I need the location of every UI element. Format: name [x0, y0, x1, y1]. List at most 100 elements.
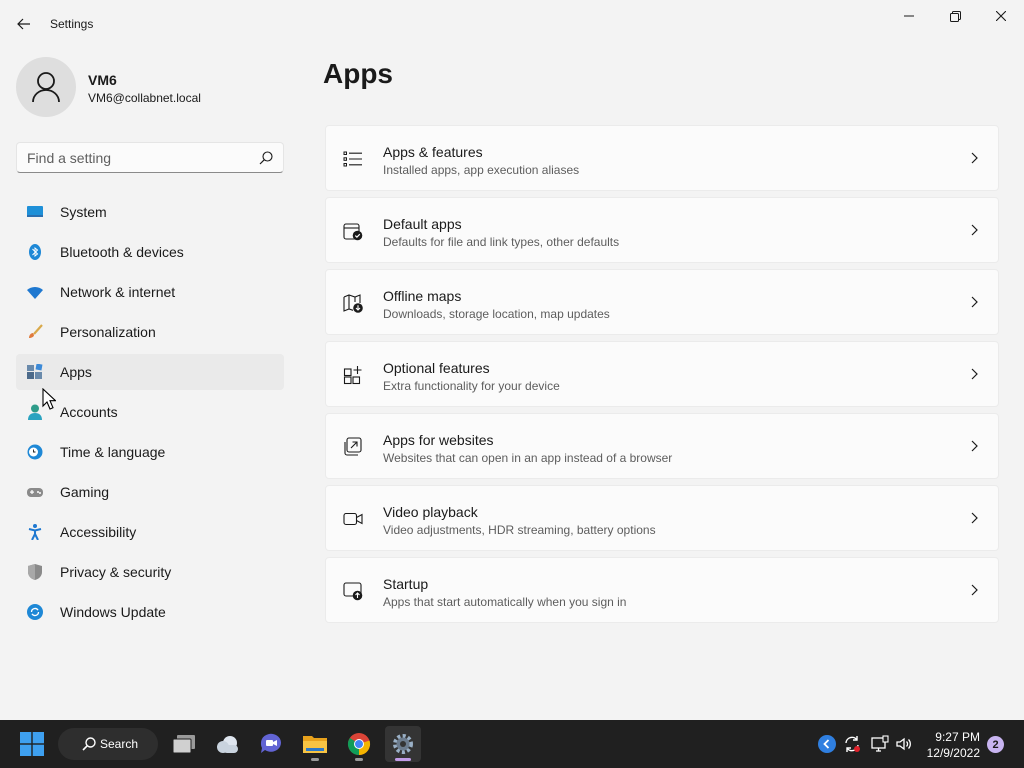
card-title: Optional features	[383, 360, 490, 376]
clock-time[interactable]: 9:27 PM	[935, 730, 980, 744]
sidebar-item-label: Gaming	[60, 484, 110, 500]
running-indicator	[395, 758, 411, 761]
brush-icon	[27, 324, 43, 340]
sidebar-item-label: Accounts	[60, 404, 118, 420]
sidebar-item-gaming[interactable]: Gaming	[16, 474, 284, 510]
card-description: Downloads, storage location, map updates	[383, 307, 610, 321]
startup-icon	[343, 582, 363, 601]
chrome-icon	[347, 733, 371, 756]
tray-sync[interactable]	[842, 734, 862, 754]
clock-globe-icon	[27, 444, 43, 460]
card-title: Startup	[383, 576, 429, 592]
sidebar-item-label: Network & internet	[60, 284, 176, 300]
back-arrow-icon	[818, 735, 836, 753]
chat-icon	[260, 733, 281, 753]
chevron-right-icon	[971, 224, 978, 236]
search-icon[interactable]	[259, 151, 273, 165]
sidebar-item-windows-update[interactable]: Windows Update	[16, 594, 284, 630]
sidebar-item-label: Accessibility	[60, 524, 137, 540]
tray-app[interactable]	[817, 734, 837, 754]
card-title: Offline maps	[383, 288, 462, 304]
windows-start-icon[interactable]	[20, 732, 44, 756]
user-email: VM6@collabnet.local	[88, 91, 201, 105]
sidebar-item-system[interactable]: System	[16, 194, 284, 230]
sidebar-item-accounts[interactable]: Accounts	[16, 394, 284, 430]
card-offline-maps[interactable]: Offline maps Downloads, storage location…	[325, 269, 999, 335]
chevron-right-icon	[971, 440, 978, 452]
sidebar-item-accessibility[interactable]: Accessibility	[16, 514, 284, 550]
taskbar-search-button[interactable]: Search	[58, 728, 158, 760]
file-explorer-icon	[303, 736, 327, 753]
settings-icon	[393, 734, 413, 754]
taskbar: Search 9:27 PM 12/9/2022 2	[0, 720, 1024, 768]
card-apps-for-websites[interactable]: Apps for websites Websites that can open…	[325, 413, 999, 479]
wifi-icon	[27, 284, 43, 300]
restore-icon	[949, 10, 961, 22]
search-icon	[82, 737, 96, 751]
task-view-icon	[172, 735, 195, 754]
clock-date[interactable]: 12/9/2022	[927, 746, 980, 760]
tray-network[interactable]	[870, 734, 890, 754]
taskbar-file-explorer[interactable]	[297, 726, 333, 762]
notification-badge[interactable]: 2	[987, 736, 1004, 753]
sidebar-item-apps[interactable]: Apps	[16, 354, 284, 390]
open-external-icon	[344, 437, 362, 456]
card-description: Apps that start automatically when you s…	[383, 595, 627, 609]
sidebar-item-bluetooth[interactable]: Bluetooth & devices	[16, 234, 284, 270]
card-title: Default apps	[383, 216, 462, 232]
card-apps-features[interactable]: Apps & features Installed apps, app exec…	[325, 125, 999, 191]
taskbar-task-view[interactable]	[166, 726, 202, 762]
search-box[interactable]	[16, 142, 284, 173]
sidebar-item-label: Bluetooth & devices	[60, 244, 184, 260]
minimize-button[interactable]	[886, 0, 932, 32]
taskbar-chat[interactable]	[253, 726, 289, 762]
sync-icon	[845, 736, 860, 752]
taskbar-chrome[interactable]	[341, 726, 377, 762]
card-description: Video adjustments, HDR streaming, batter…	[383, 523, 656, 537]
card-video-playback[interactable]: Video playback Video adjustments, HDR st…	[325, 485, 999, 551]
sidebar-item-label: Apps	[60, 364, 92, 380]
chevron-right-icon	[971, 584, 978, 596]
sidebar-item-personalization[interactable]: Personalization	[16, 314, 284, 350]
card-description: Defaults for file and link types, other …	[383, 235, 620, 249]
volume-icon	[896, 737, 911, 751]
accessibility-icon	[27, 524, 43, 540]
page-title: Apps	[323, 58, 393, 89]
system-icon	[27, 204, 43, 220]
card-optional-features[interactable]: Optional features Extra functionality fo…	[325, 341, 999, 407]
list-icon	[343, 151, 362, 167]
map-download-icon	[343, 294, 363, 313]
card-title: Apps for websites	[383, 432, 494, 448]
default-apps-icon	[343, 223, 363, 241]
taskbar-widgets[interactable]	[210, 726, 246, 762]
weather-icon	[217, 736, 238, 753]
running-indicator	[355, 758, 363, 761]
title-bar: Settings	[0, 0, 1024, 48]
sidebar-item-privacy[interactable]: Privacy & security	[16, 554, 284, 590]
minimize-icon	[904, 15, 914, 17]
avatar[interactable]	[16, 57, 76, 117]
card-title: Apps & features	[383, 144, 483, 160]
search-input[interactable]	[27, 143, 247, 172]
bluetooth-icon	[27, 244, 43, 260]
back-button[interactable]	[10, 12, 38, 36]
card-startup[interactable]: Startup Apps that start automatically wh…	[325, 557, 999, 623]
chevron-right-icon	[971, 368, 978, 380]
restore-button[interactable]	[932, 0, 978, 32]
card-default-apps[interactable]: Default apps Defaults for file and link …	[325, 197, 999, 263]
sidebar-item-label: Time & language	[60, 444, 166, 460]
sidebar-item-time-language[interactable]: Time & language	[16, 434, 284, 470]
gamepad-icon	[27, 484, 43, 500]
card-description: Installed apps, app execution aliases	[383, 163, 580, 177]
close-button[interactable]	[978, 0, 1024, 32]
mouse-cursor-icon	[42, 388, 56, 410]
chevron-right-icon	[971, 296, 978, 308]
taskbar-search-label: Search	[100, 737, 139, 751]
tray-volume[interactable]	[894, 734, 914, 754]
taskbar-settings[interactable]	[385, 726, 421, 762]
network-monitor-icon	[871, 735, 889, 752]
sidebar-item-network[interactable]: Network & internet	[16, 274, 284, 310]
user-name: VM6	[88, 72, 117, 88]
sidebar-item-label: Personalization	[60, 324, 156, 340]
video-icon	[343, 512, 363, 526]
